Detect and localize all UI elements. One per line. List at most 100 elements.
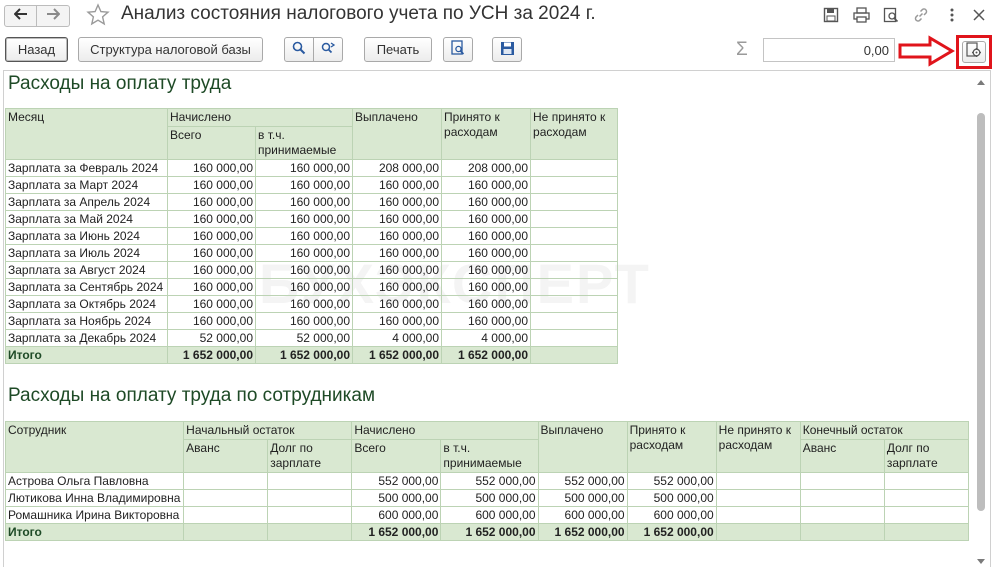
table-cell: 160 000,00 xyxy=(167,261,256,279)
table-cell: 500 000,00 xyxy=(351,489,442,507)
table-row[interactable]: Зарплата за Март 2024 160 000,00 160 000,0… xyxy=(5,176,619,194)
link-icon[interactable] xyxy=(912,6,930,24)
table-cell: 160 000,00 xyxy=(352,278,443,296)
printer-icon[interactable] xyxy=(852,6,870,24)
table-row[interactable]: Ромашника Ирина Викторовна 600 000,00 600 … xyxy=(4,506,970,524)
back-button[interactable]: Назад xyxy=(5,37,68,62)
total-row[interactable]: Итого 1 652 000,00 1 652 000,00 1 652 000,0… xyxy=(5,346,619,364)
table-row[interactable]: Зарплата за Октябрь 2024 160 000,00 160 00… xyxy=(5,295,619,313)
column-header: Выплачено xyxy=(352,108,443,160)
month-cell: Зарплата за Февраль 2024 xyxy=(5,159,168,177)
table-cell: 500 000,00 xyxy=(537,489,628,507)
table-cell: 1 652 000,00 xyxy=(352,346,443,364)
table-cell: 160 000,00 xyxy=(254,159,354,177)
column-header: Не принято к расходам xyxy=(715,421,801,473)
scroll-up-icon[interactable] xyxy=(977,80,985,85)
table-cell: 160 000,00 xyxy=(254,295,354,313)
save-button[interactable] xyxy=(492,37,522,62)
table-cell: 160 000,00 xyxy=(441,261,532,279)
magnifier-doc-icon[interactable] xyxy=(882,6,900,24)
scroll-thumb[interactable] xyxy=(977,113,985,511)
month-cell: Зарплата за Май 2024 xyxy=(5,210,168,228)
table-cell: 160 000,00 xyxy=(254,193,354,211)
table-cell xyxy=(799,506,885,524)
table-row[interactable]: Астрова Ольга Павловна 552 000,00 552 000,… xyxy=(4,472,970,490)
month-cell: Зарплата за Июль 2024 xyxy=(5,244,168,262)
print-button[interactable]: Печать xyxy=(364,37,432,62)
back-nav-button[interactable] xyxy=(4,5,37,27)
table-cell: 160 000,00 xyxy=(254,312,354,330)
report-area[interactable]: БУХЭКСПЕРТ Расходы на оплату труда Месяц… xyxy=(3,70,991,567)
month-cell: Зарплата за Август 2024 xyxy=(5,261,168,279)
table-cell: 160 000,00 xyxy=(167,244,256,262)
table-cell: 552 000,00 xyxy=(351,472,442,490)
table-row[interactable]: Зарплата за Февраль 2024 160 000,00 160 00… xyxy=(5,159,619,177)
table-cell: 160 000,00 xyxy=(441,295,532,313)
table-cell: 160 000,00 xyxy=(441,244,532,262)
table-cell: 160 000,00 xyxy=(352,193,443,211)
table-cell: 600 000,00 xyxy=(626,506,717,524)
table-cell: 160 000,00 xyxy=(441,227,532,245)
table-row[interactable]: Зарплата за Апрель 2024 160 000,00 160 000… xyxy=(5,193,619,211)
preview-button[interactable] xyxy=(443,37,473,62)
column-header: в т.ч. принимаемые xyxy=(254,126,354,160)
table-cell: 160 000,00 xyxy=(167,159,256,177)
employee-cell: Ромашника Ирина Викторовна xyxy=(4,506,185,524)
table-row[interactable]: Зарплата за Июль 2024 160 000,00 160 000,0… xyxy=(5,244,619,262)
table-cell xyxy=(530,346,619,364)
column-header: Начислено xyxy=(166,108,354,127)
month-cell: Зарплата за Октябрь 2024 xyxy=(5,295,168,313)
scroll-down-icon[interactable] xyxy=(977,559,985,564)
star-icon[interactable] xyxy=(86,3,110,27)
table-cell xyxy=(267,472,353,490)
total-row[interactable]: Итого 1 652 000,00 1 652 000,00 1 652 000,0… xyxy=(4,523,970,541)
search-icon xyxy=(292,41,306,58)
table-row[interactable]: Зарплата за Ноябрь 2024 160 000,00 160 000… xyxy=(5,312,619,330)
search-next-button[interactable] xyxy=(313,37,343,62)
table-cell xyxy=(530,176,619,194)
table-cell: 160 000,00 xyxy=(352,244,443,262)
table-cell: 1 652 000,00 xyxy=(440,523,539,541)
search-next-icon xyxy=(320,41,336,58)
table-cell: 160 000,00 xyxy=(167,295,256,313)
table-cell xyxy=(799,489,885,507)
column-header: Долг по зарплате xyxy=(883,439,970,473)
forward-nav-button[interactable] xyxy=(37,5,70,27)
column-header: Аванс xyxy=(183,439,269,473)
table-row[interactable]: Зарплата за Декабрь 2024 52 000,00 52 000,… xyxy=(5,329,619,347)
table-cell: 600 000,00 xyxy=(537,506,628,524)
column-header: Всего xyxy=(351,439,442,473)
table-row[interactable]: Зарплата за Август 2024 160 000,00 160 000… xyxy=(5,261,619,279)
table-cell xyxy=(799,472,885,490)
column-header: Не принято к расходам xyxy=(530,108,619,160)
structure-button[interactable]: Структура налоговой базы xyxy=(78,37,263,62)
table-row[interactable]: Зарплата за Сентябрь 2024 160 000,00 160 0… xyxy=(5,278,619,296)
table-cell: 160 000,00 xyxy=(441,278,532,296)
table-cell xyxy=(267,523,353,541)
search-button[interactable] xyxy=(284,37,314,62)
table-cell xyxy=(183,523,269,541)
vertical-scrollbar[interactable] xyxy=(974,71,990,567)
settings-button[interactable] xyxy=(962,41,986,63)
floppy-icon xyxy=(500,41,515,59)
table-cell xyxy=(530,312,619,330)
table-cell: 552 000,00 xyxy=(626,472,717,490)
table-cell: 160 000,00 xyxy=(254,176,354,194)
employee-cell: Астрова Ольга Павловна xyxy=(4,472,185,490)
table-row[interactable]: Зарплата за Июнь 2024 160 000,00 160 000,0… xyxy=(5,227,619,245)
table-cell xyxy=(183,506,269,524)
table-cell xyxy=(883,489,970,507)
table-cell: 160 000,00 xyxy=(352,295,443,313)
page-title: Анализ состояния налогового учета по УСН… xyxy=(121,3,596,24)
column-header: в т.ч. принимаемые xyxy=(440,439,539,473)
table-cell: 160 000,00 xyxy=(254,261,354,279)
table-cell: 208 000,00 xyxy=(441,159,532,177)
table-row[interactable]: Лютикова Инна Владимировна 500 000,00 500 … xyxy=(4,489,970,507)
sum-field[interactable]: 0,00 xyxy=(763,38,895,62)
floppy-icon[interactable] xyxy=(822,6,840,24)
more-vertical-icon[interactable] xyxy=(943,6,961,24)
column-header: Принято к расходам xyxy=(441,108,532,160)
table-row[interactable]: Зарплата за Май 2024 160 000,00 160 000,00… xyxy=(5,210,619,228)
close-icon[interactable] xyxy=(970,6,988,24)
column-header: Всего xyxy=(167,126,256,160)
